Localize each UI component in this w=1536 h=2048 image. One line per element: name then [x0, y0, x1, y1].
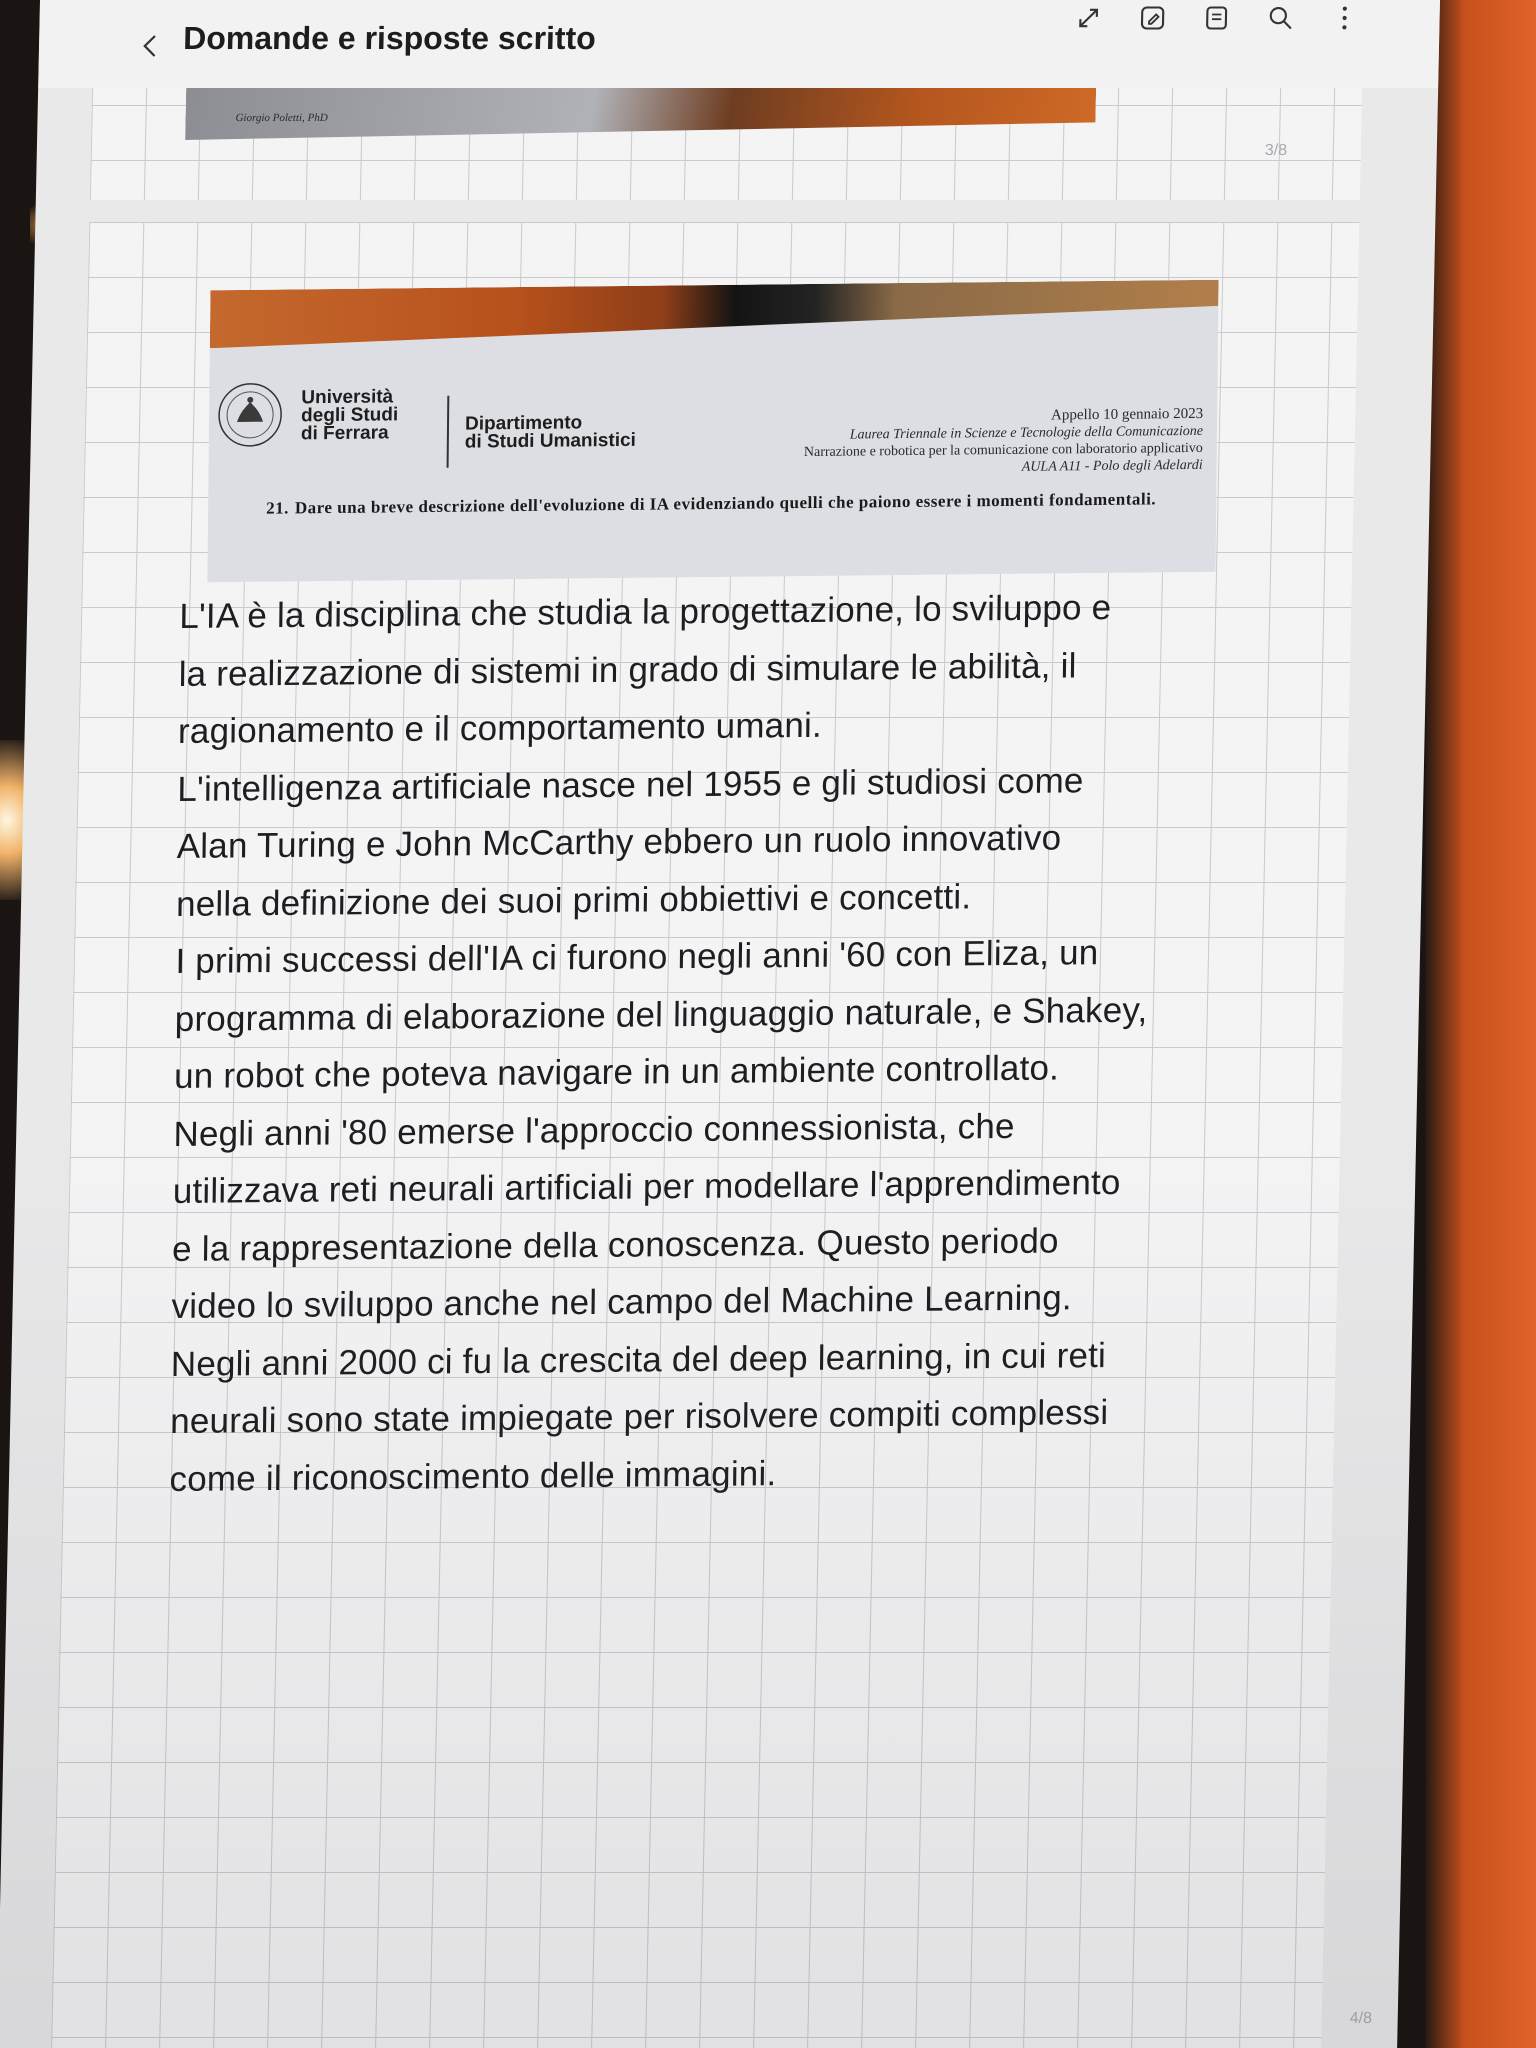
answer-text[interactable]: L'IA è la disciplina che studia la proge…: [169, 576, 1380, 1507]
edit-mode-button[interactable]: [1135, 1, 1170, 35]
exam-question: 21. Dare una breve descrizione dell'evolu…: [266, 488, 1196, 520]
back-button[interactable]: [127, 22, 176, 70]
answer-line: come il riconoscimento delle immagini.: [169, 1453, 777, 1499]
search-button[interactable]: [1263, 1, 1298, 35]
more-options-button[interactable]: [1327, 1, 1362, 35]
question-text: Dare una breve descrizione dell'evoluzio…: [294, 489, 1157, 518]
previous-page-author: Giorgio Poletti, PhD: [235, 112, 328, 124]
question-number: 21.: [266, 498, 289, 518]
university-name: Università degli Studi di Ferrara: [300, 386, 399, 445]
expand-icon: [1079, 8, 1099, 28]
more-options-icon: [1342, 6, 1347, 30]
exam-room: AULA A11 - Polo degli Adelardi: [1021, 457, 1203, 475]
exam-date: Appello 10 gennaio 2023: [1051, 405, 1204, 424]
tablet-screen: Giorgio Poletti, PhD 3/8 Domande e rispo…: [0, 0, 1441, 2048]
app-bar: Domande e risposte scritto: [38, 0, 1441, 88]
read-mode-icon: [1206, 6, 1228, 30]
toolbar: [1071, 0, 1362, 36]
chevron-left-icon: [143, 35, 156, 57]
previous-page-number: 3/8: [1264, 142, 1288, 159]
read-mode-button[interactable]: [1199, 1, 1234, 35]
expand-button[interactable]: [1071, 1, 1106, 35]
background-orange-edge: [1426, 0, 1536, 2048]
exam-header-image[interactable]: Università degli Studi di Ferrara Dipart…: [207, 279, 1219, 583]
search-icon: [1269, 7, 1292, 30]
page-number: 4/8: [1349, 2010, 1373, 2027]
pen-edit-icon: [1140, 6, 1165, 30]
department-name: Dipartimento di Studi Umanistici: [464, 412, 637, 453]
note-title: Domande e risposte scritto: [182, 20, 597, 56]
exam-header-color-band: [210, 280, 1219, 349]
university-seal-logo: [218, 383, 282, 447]
header-divider: [446, 395, 450, 468]
